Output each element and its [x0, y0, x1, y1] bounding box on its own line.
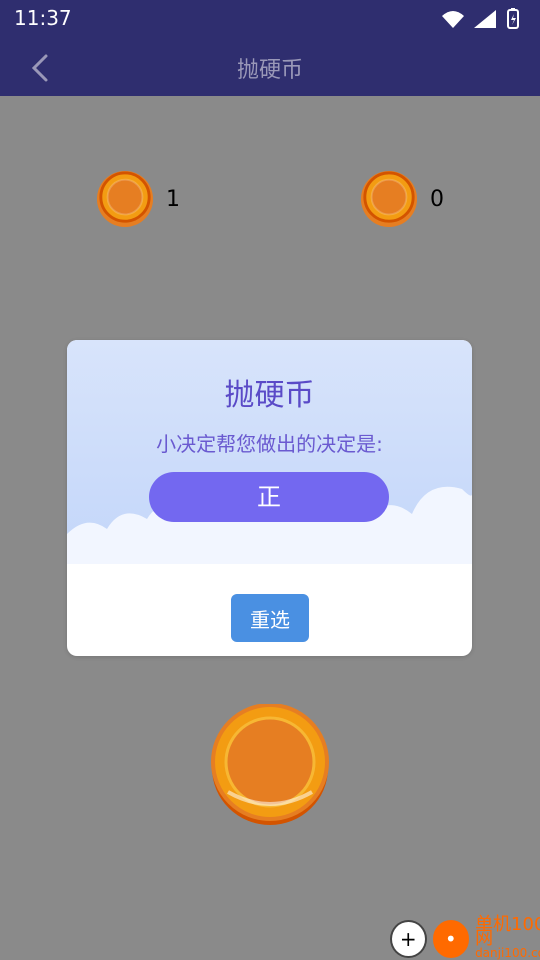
status-icons [442, 8, 520, 30]
tails-count: 0 [430, 186, 444, 212]
result-badge: 正 [149, 472, 389, 522]
heads-coin-icon [96, 170, 154, 228]
status-time: 11:37 [14, 6, 72, 30]
battery-icon [507, 8, 519, 29]
reselect-button[interactable]: 重选 [231, 594, 309, 642]
page-title: 抛硬币 [236, 58, 303, 83]
dot-icon: • [432, 920, 470, 958]
wifi-icon [442, 11, 464, 28]
dialog-title: 抛硬币 [224, 378, 315, 413]
status-bar: 11:37 [0, 0, 540, 36]
app-bar: 抛硬币 [0, 36, 540, 96]
heads-count: 1 [166, 186, 180, 212]
heads-counter: 1 [96, 170, 180, 228]
dialog-header: 抛硬币 小决定帮您做出的决定是: 正 [67, 340, 472, 564]
signal-icon [474, 10, 496, 28]
watermark-en: danji100.com [475, 946, 540, 960]
result-dialog: 抛硬币 小决定帮您做出的决定是: 正 重选 [67, 340, 472, 656]
big-coin-icon[interactable] [210, 704, 330, 826]
dialog-subtitle: 小决定帮您做出的决定是: [156, 432, 383, 456]
tails-counter: 0 [360, 170, 444, 228]
plus-icon: + [390, 920, 427, 958]
watermark-cn: 单机100网 [475, 914, 540, 949]
tails-coin-icon [360, 170, 418, 228]
watermark: + • 单机100网 danji100.com [390, 914, 540, 960]
